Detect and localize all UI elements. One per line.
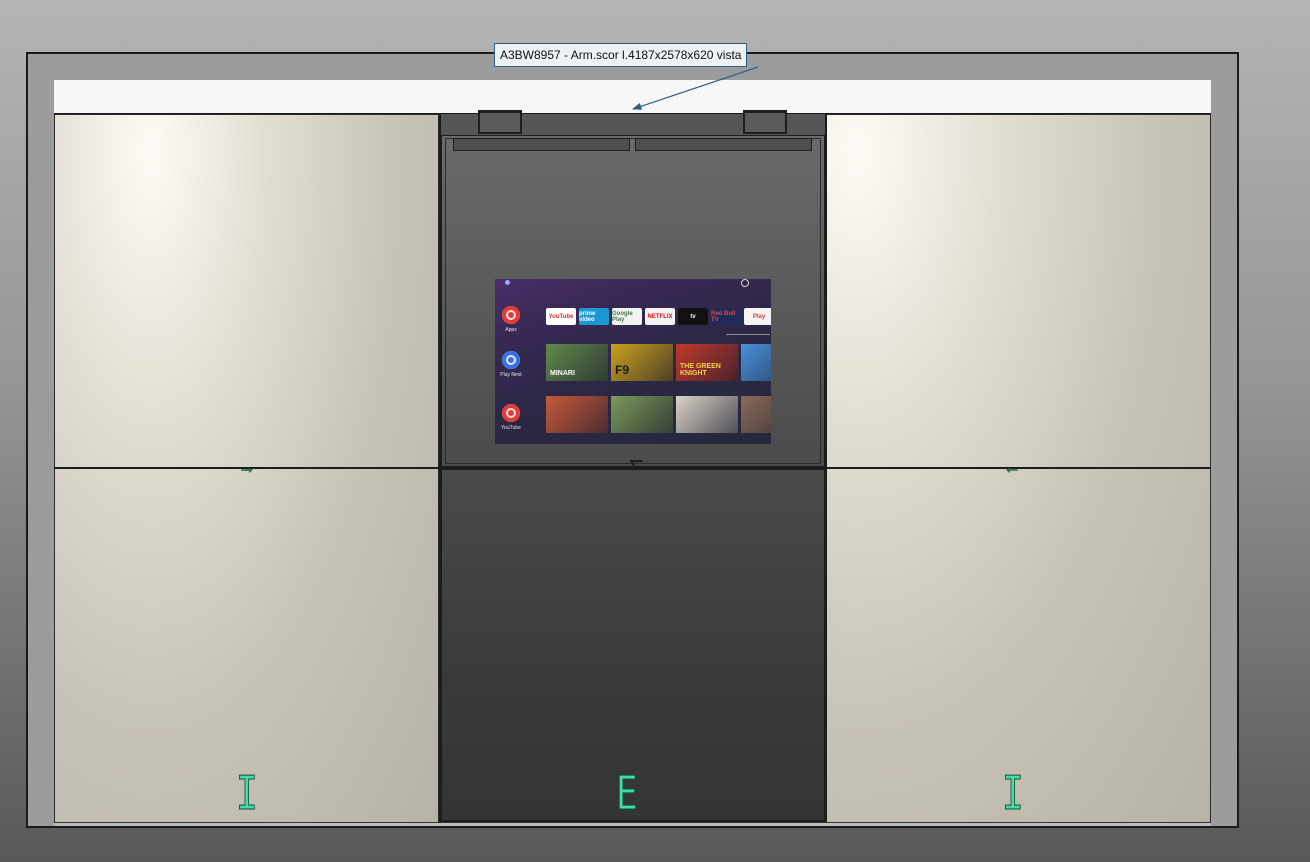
- side-app-label: Play Next: [500, 372, 522, 378]
- cabinet-left-post: [26, 80, 56, 828]
- mount-bracket-left: [478, 110, 522, 134]
- content-thumbnail[interactable]: MINARI: [546, 344, 608, 381]
- content-thumbnail[interactable]: THE GREEN KNIGHT: [676, 344, 738, 381]
- left-door-opening-mark: I: [235, 766, 258, 820]
- lift-mechanism-bar-right: [635, 138, 812, 151]
- lift-mechanism-bar-left: [453, 138, 630, 151]
- settings-icon: [741, 279, 749, 287]
- tv-top-bar: [495, 279, 771, 289]
- left-door-slide-arrow: →: [238, 457, 257, 477]
- content-thumbnail[interactable]: [676, 396, 738, 433]
- tv-separator: [726, 334, 770, 335]
- app-tile[interactable]: Google Play: [612, 308, 642, 325]
- app-tile[interactable]: Play: [744, 308, 771, 325]
- content-thumbnail[interactable]: [546, 396, 608, 433]
- app-tile[interactable]: Red Bull TV: [711, 308, 741, 325]
- app-tile[interactable]: YouTube: [546, 308, 576, 325]
- content-thumbnail[interactable]: F9: [611, 344, 673, 381]
- assistant-icon: [505, 280, 510, 285]
- cabinet-right-post: [1209, 80, 1239, 828]
- side-app-icon[interactable]: [502, 351, 520, 369]
- app-tile[interactable]: prime video: [579, 308, 609, 325]
- cabinet-top-shelf: [54, 80, 1211, 115]
- side-app-icon[interactable]: [502, 306, 520, 324]
- right-door-opening-mark: I: [1001, 766, 1024, 820]
- app-tile[interactable]: tv: [678, 308, 708, 325]
- side-app-icon[interactable]: [502, 404, 520, 422]
- app-tile[interactable]: NETFLIX: [645, 308, 675, 325]
- content-thumbnail[interactable]: [611, 396, 673, 433]
- thumbnail-title: MINARI: [550, 370, 575, 377]
- item-code-label: A3BW8957 - Arm.scor l.4187x2578x620 vist…: [494, 43, 748, 67]
- right-door-slide-arrow: ←: [1003, 457, 1022, 477]
- center-door-opening-mark: E: [615, 766, 638, 820]
- side-app-label: Apps: [505, 327, 517, 333]
- content-thumbnail[interactable]: [741, 396, 771, 433]
- thumbnail-title: THE GREEN KNIGHT: [680, 363, 721, 377]
- cabinet-plinth: [54, 822, 1211, 828]
- side-app-label: YouTube: [501, 425, 521, 431]
- tv-screen[interactable]: Apps Play Next YouTube YouTube prime video G…: [495, 279, 771, 444]
- thumbnail-title: F9: [615, 363, 630, 377]
- content-thumbnail[interactable]: [741, 344, 771, 381]
- mount-bracket-right: [743, 110, 787, 134]
